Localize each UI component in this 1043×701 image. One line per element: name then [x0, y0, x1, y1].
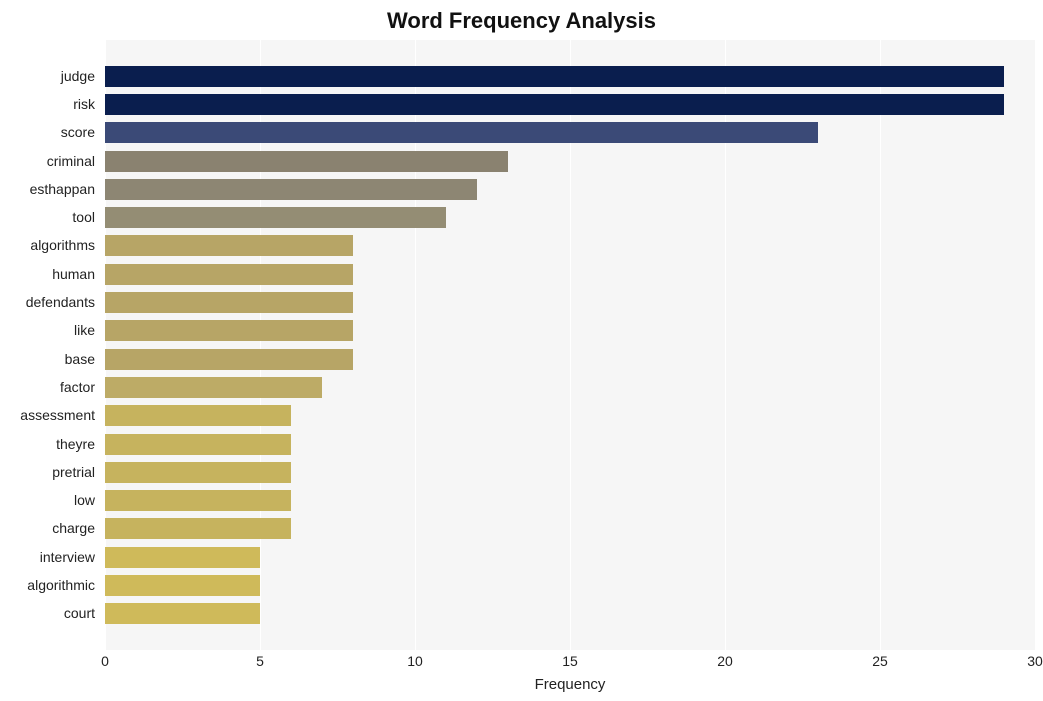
bar: [105, 66, 1004, 87]
bar: [105, 122, 818, 143]
y-tick-label: score: [0, 122, 95, 143]
x-tick-label: 30: [1027, 653, 1043, 669]
y-tick-label: algorithmic: [0, 575, 95, 596]
y-tick-label: algorithms: [0, 235, 95, 256]
plot-area: [105, 40, 1035, 650]
y-tick-label: defendants: [0, 292, 95, 313]
x-axis-title: Frequency: [105, 676, 1035, 693]
y-tick-label: risk: [0, 94, 95, 115]
bar: [105, 349, 353, 370]
bar: [105, 292, 353, 313]
y-tick-label: like: [0, 320, 95, 341]
bar: [105, 462, 291, 483]
y-tick-label: human: [0, 264, 95, 285]
gridline: [1035, 40, 1036, 650]
y-tick-label: assessment: [0, 405, 95, 426]
y-tick-label: court: [0, 603, 95, 624]
bar: [105, 94, 1004, 115]
y-tick-label: interview: [0, 547, 95, 568]
bar: [105, 264, 353, 285]
bar: [105, 320, 353, 341]
x-tick-label: 25: [872, 653, 888, 669]
chart-container: Word Frequency Analysis judge risk score cr…: [0, 0, 1043, 701]
bar: [105, 405, 291, 426]
y-tick-label: factor: [0, 377, 95, 398]
y-tick-label: criminal: [0, 151, 95, 172]
bar: [105, 603, 260, 624]
bar: [105, 547, 260, 568]
y-tick-label: base: [0, 349, 95, 370]
x-tick-label: 0: [101, 653, 109, 669]
y-axis-labels: judge risk score criminal esthappan tool algor…: [0, 40, 100, 650]
chart-title: Word Frequency Analysis: [0, 8, 1043, 34]
y-tick-label: tool: [0, 207, 95, 228]
y-tick-label: esthappan: [0, 179, 95, 200]
y-tick-label: theyre: [0, 434, 95, 455]
bar: [105, 518, 291, 539]
x-axis-labels: 051015202530: [105, 653, 1035, 673]
bar: [105, 151, 508, 172]
bar: [105, 434, 291, 455]
y-tick-label: low: [0, 490, 95, 511]
x-tick-label: 10: [407, 653, 423, 669]
bar: [105, 207, 446, 228]
x-tick-label: 5: [256, 653, 264, 669]
y-tick-label: pretrial: [0, 462, 95, 483]
y-tick-label: charge: [0, 518, 95, 539]
bar: [105, 235, 353, 256]
bars-group: [105, 40, 1035, 650]
x-tick-label: 20: [717, 653, 733, 669]
y-tick-label: judge: [0, 66, 95, 87]
bar: [105, 490, 291, 511]
bar: [105, 179, 477, 200]
bar: [105, 377, 322, 398]
x-tick-label: 15: [562, 653, 578, 669]
bar: [105, 575, 260, 596]
